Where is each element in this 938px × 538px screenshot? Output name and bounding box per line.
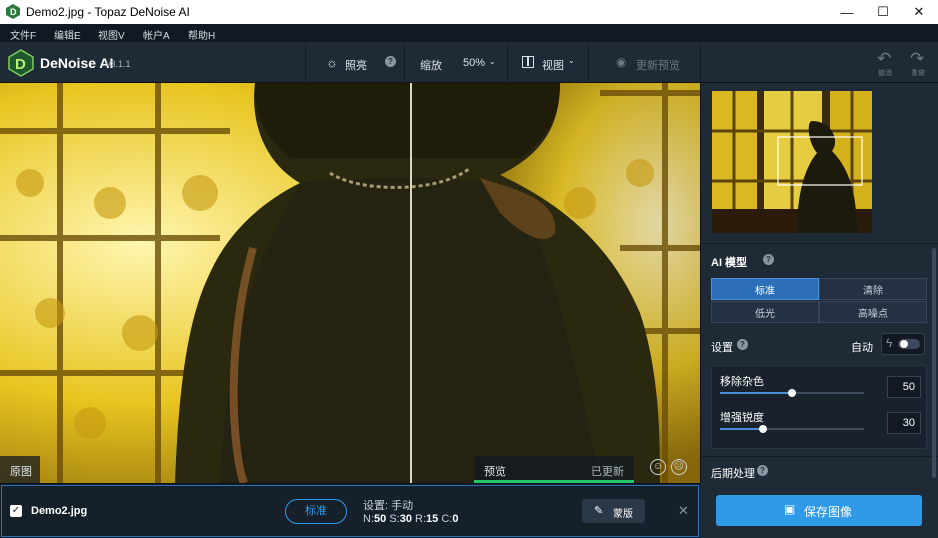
app-name: DeNoise AI <box>40 55 114 71</box>
app-version: v3.1.1 <box>106 59 131 69</box>
menu-file[interactable]: 文件F <box>10 27 36 42</box>
preview-status-box: 预览 已更新 <box>474 456 634 483</box>
remove-noise-knob[interactable] <box>788 389 796 397</box>
image-viewport[interactable]: 原图 预览 已更新 ☺ ☹ <box>0 83 700 483</box>
brush-icon: ✎ <box>594 505 604 517</box>
ai-model-title: AI 模型 <box>711 257 748 269</box>
original-label: 原图 <box>0 456 40 483</box>
sharpen-label: 增强锐度 <box>720 412 764 424</box>
sharpen-value[interactable]: 30 <box>887 412 921 434</box>
save-image-button[interactable]: ▣ 保存图像 <box>716 495 922 526</box>
auto-label: 自动 <box>851 342 873 354</box>
ai-model-help-icon[interactable]: ? <box>763 254 774 265</box>
toggle-knob <box>900 340 908 348</box>
redo-icon[interactable]: ↷ <box>910 49 924 69</box>
auto-toggle[interactable]: ϟ <box>881 333 925 355</box>
menu-edit[interactable]: 编辑E <box>54 27 81 42</box>
photo-preview <box>0 83 700 483</box>
stats-line: N:50 S:30 R:15 C:0 <box>363 513 459 525</box>
svg-text:D: D <box>10 7 17 17</box>
remove-noise-label: 移除杂色 <box>720 376 764 388</box>
close-window-button[interactable]: ✕ <box>902 0 936 24</box>
settings-line: 设置: 手动 <box>363 500 414 512</box>
brightness-label[interactable]: 照亮 <box>345 57 367 73</box>
view-label[interactable]: 视图 <box>542 57 564 73</box>
model-low-light-button[interactable]: 低光 <box>711 301 819 323</box>
smile-feedback-icon[interactable]: ☺ <box>650 459 666 475</box>
sharpen-fill <box>720 428 764 430</box>
zoom-value[interactable]: 50% <box>463 57 485 69</box>
save-disk-icon: ▣ <box>784 502 796 516</box>
undo-icon[interactable]: ↶ <box>877 49 891 69</box>
redo-label: 重做 <box>911 70 925 77</box>
window-title: Demo2.jpg - Topaz DeNoise AI <box>26 5 190 19</box>
minimize-button[interactable]: — <box>830 0 864 24</box>
file-row[interactable]: ✓ Demo2.jpg 标准 设置: 手动 N:50 S:30 R:15 C:0… <box>1 485 699 537</box>
preview-label: 预览 <box>484 466 506 478</box>
model-pill-button[interactable]: 标准 <box>285 499 347 524</box>
panel-scrollbar[interactable] <box>932 248 936 478</box>
post-process-title: 后期处理 <box>711 468 755 480</box>
remove-noise-value[interactable]: 50 <box>887 376 921 398</box>
brightness-icon: ☼ <box>326 55 338 70</box>
file-checkbox[interactable]: ✓ <box>10 505 22 517</box>
menu-bar: 文件F 编辑E 视图V 帐户A 帮助H <box>0 24 938 42</box>
app-logo-icon: D <box>6 4 20 19</box>
settings-panel: AI 模型 ? 标准 清除 低光 高噪点 设置 ? 自动 ϟ 移除杂色 50 增… <box>700 83 938 483</box>
model-severe-noise-button[interactable]: 高噪点 <box>819 301 927 323</box>
title-bar: D Demo2.jpg - Topaz DeNoise AI — ☐ ✕ <box>0 0 938 24</box>
navigator-thumbnail[interactable] <box>712 91 872 233</box>
save-area: ▣ 保存图像 <box>700 483 938 538</box>
settings-help-icon[interactable]: ? <box>737 339 748 350</box>
menu-help[interactable]: 帮助H <box>188 27 215 42</box>
post-process-help-icon[interactable]: ? <box>757 465 768 476</box>
model-clear-button[interactable]: 清除 <box>819 278 927 300</box>
slider-group: 移除杂色 50 增强锐度 30 <box>711 365 927 449</box>
svg-text:D: D <box>15 56 26 73</box>
preview-status: 已更新 <box>591 466 624 478</box>
frown-feedback-icon[interactable]: ☹ <box>671 459 687 475</box>
view-split-icon[interactable] <box>522 56 534 68</box>
sharpen-knob[interactable] <box>759 425 768 433</box>
file-bar: ✓ Demo2.jpg 标准 设置: 手动 N:50 S:30 R:15 C:0… <box>0 483 700 538</box>
view-chevron-down-icon[interactable]: ⌄ <box>568 56 575 65</box>
file-name: Demo2.jpg <box>31 505 88 517</box>
mask-label: 蒙版 <box>613 509 633 520</box>
eye-icon: ◉ <box>616 55 627 69</box>
settings-title: 设置 <box>711 342 733 354</box>
zoom-label: 缩放 <box>420 60 442 72</box>
remove-noise-fill <box>720 392 792 394</box>
toolbar: D DeNoise AI v3.1.1 ☼ 照亮 ? 缩放 50% ⌄ 视图 ⌄… <box>0 42 938 83</box>
maximize-button[interactable]: ☐ <box>866 0 900 24</box>
update-preview-button[interactable]: 更新预览 <box>636 57 680 73</box>
remove-file-close-icon[interactable]: ✕ <box>678 503 689 519</box>
undo-label: 撤消 <box>878 70 892 77</box>
lightning-icon: ϟ <box>886 336 893 350</box>
save-image-label: 保存图像 <box>804 505 853 519</box>
menu-account[interactable]: 帐户A <box>143 27 170 42</box>
model-standard-button[interactable]: 标准 <box>711 278 819 300</box>
zoom-chevron-down-icon[interactable]: ⌄ <box>489 57 496 66</box>
mask-button[interactable]: ✎ 蒙版 <box>582 499 645 523</box>
menu-view[interactable]: 视图V <box>98 27 125 42</box>
help-icon[interactable]: ? <box>385 56 396 67</box>
denoise-logo-icon: D <box>8 49 34 77</box>
